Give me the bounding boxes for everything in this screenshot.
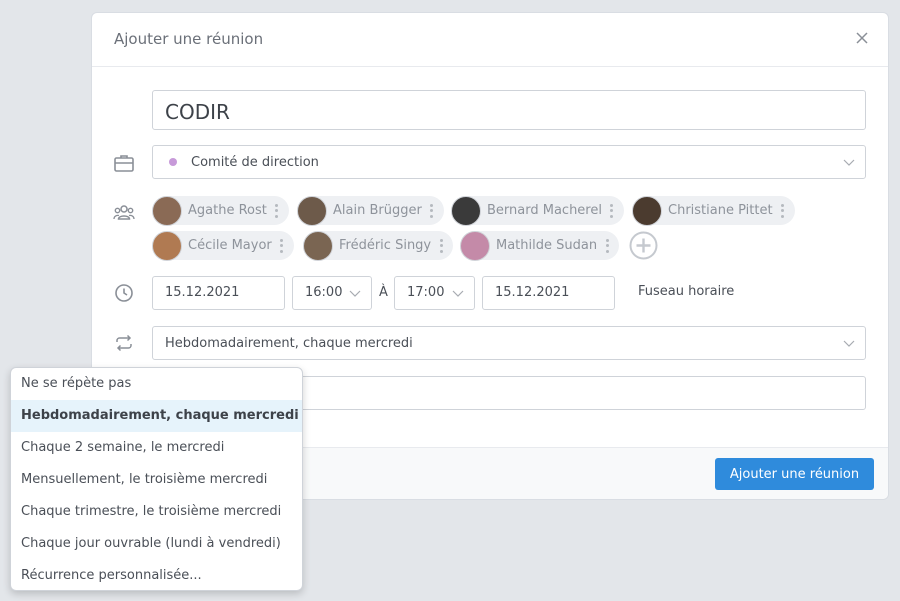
avatar: [451, 195, 481, 226]
participant-chip[interactable]: Agathe Rost: [152, 195, 289, 226]
kebab-menu-icon[interactable]: [781, 203, 785, 218]
chevron-down-icon: [843, 157, 855, 167]
participant-chip[interactable]: Alain Brügger: [297, 195, 444, 226]
add-meeting-button[interactable]: Ajouter une réunion: [715, 458, 874, 490]
timezone-link[interactable]: Fuseau horaire: [638, 284, 734, 299]
repeat-icon: [113, 332, 135, 354]
avatar: [632, 195, 662, 226]
participant-name: Agathe Rost: [188, 203, 267, 218]
start-time-value: 16:00: [305, 285, 343, 300]
end-time-select[interactable]: 17:00: [394, 276, 475, 310]
briefcase-icon: [113, 152, 135, 174]
kebab-menu-icon[interactable]: [430, 203, 434, 218]
recurrence-option-selected[interactable]: Hebdomadairement, chaque mercredi: [11, 400, 302, 432]
team-select[interactable]: Comité de direction: [152, 145, 866, 179]
avatar: [152, 195, 182, 226]
kebab-menu-icon[interactable]: [280, 238, 284, 253]
close-icon[interactable]: [854, 30, 870, 46]
kebab-menu-icon[interactable]: [275, 203, 279, 218]
chevron-down-icon: [843, 338, 855, 348]
avatar: [152, 230, 182, 261]
avatar: [460, 230, 490, 261]
kebab-menu-icon[interactable]: [439, 238, 443, 253]
participant-name: Cécile Mayor: [188, 238, 272, 253]
recurrence-value: Hebdomadairement, chaque mercredi: [165, 335, 413, 351]
team-color-dot: [169, 158, 177, 166]
recurrence-option[interactable]: Récurrence personnalisée...: [11, 560, 302, 592]
participant-chip[interactable]: Frédéric Singy: [303, 230, 454, 261]
avatar: [297, 195, 327, 226]
modal-title: Ajouter une réunion: [114, 30, 264, 48]
kebab-menu-icon[interactable]: [605, 238, 609, 253]
recurrence-option[interactable]: Chaque 2 semaine, le mercredi: [11, 432, 302, 464]
team-select-value: Comité de direction: [191, 154, 319, 170]
clock-icon: [113, 282, 135, 304]
recurrence-select[interactable]: Hebdomadairement, chaque mercredi: [152, 326, 866, 360]
participant-name: Mathilde Sudan: [496, 238, 598, 253]
start-time-select[interactable]: 16:00: [292, 276, 372, 310]
recurrence-option[interactable]: Chaque jour ouvrable (lundi à vendredi): [11, 528, 302, 560]
participant-chip[interactable]: Mathilde Sudan: [460, 230, 620, 261]
chevron-down-icon: [452, 288, 464, 298]
participant-name: Bernard Macherel: [487, 203, 602, 218]
end-time-value: 17:00: [407, 285, 445, 300]
meeting-title-input[interactable]: CODIR: [152, 90, 866, 130]
recurrence-dropdown: Ne se répète pas Hebdomadairement, chaqu…: [10, 367, 303, 591]
participant-name: Christiane Pittet: [668, 203, 773, 218]
participant-name: Alain Brügger: [333, 203, 422, 218]
participant-chip[interactable]: Bernard Macherel: [451, 195, 624, 226]
modal-header: Ajouter une réunion: [92, 13, 888, 67]
chevron-down-icon: [349, 288, 361, 298]
recurrence-option[interactable]: Ne se répète pas: [11, 368, 302, 400]
avatar: [303, 230, 333, 261]
end-date-input[interactable]: 15.12.2021: [482, 276, 615, 310]
users-icon: [113, 202, 135, 224]
participant-chip[interactable]: Christiane Pittet: [632, 195, 795, 226]
recurrence-option[interactable]: Chaque trimestre, le troisième mercredi: [11, 496, 302, 528]
time-separator: À: [379, 285, 388, 300]
participant-chip[interactable]: Cécile Mayor: [152, 230, 294, 261]
start-date-input[interactable]: 15.12.2021: [152, 276, 285, 310]
participant-name: Frédéric Singy: [339, 238, 432, 253]
add-participant-icon[interactable]: [629, 231, 658, 260]
kebab-menu-icon[interactable]: [610, 203, 614, 218]
recurrence-option[interactable]: Mensuellement, le troisième mercredi: [11, 464, 302, 496]
